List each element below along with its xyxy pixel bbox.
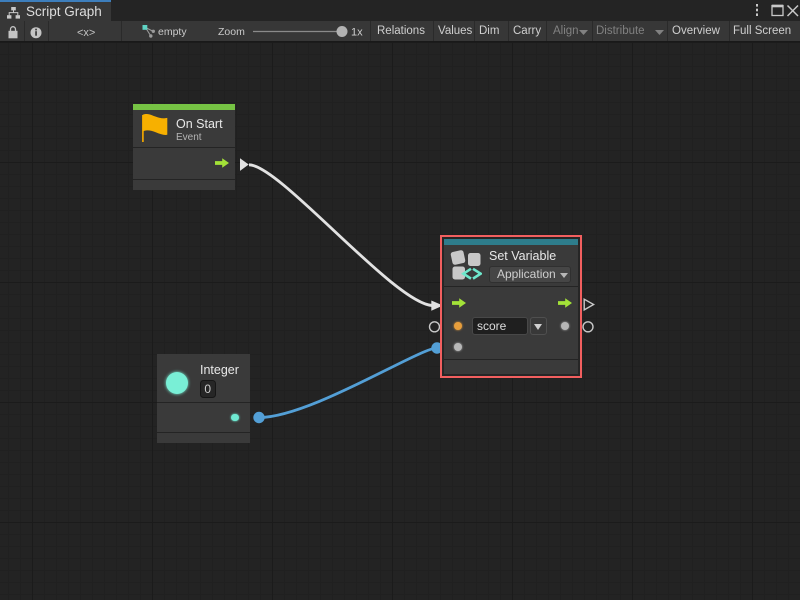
svg-text:<x>: <x>	[77, 27, 95, 39]
svg-text:1x: 1x	[351, 27, 363, 39]
